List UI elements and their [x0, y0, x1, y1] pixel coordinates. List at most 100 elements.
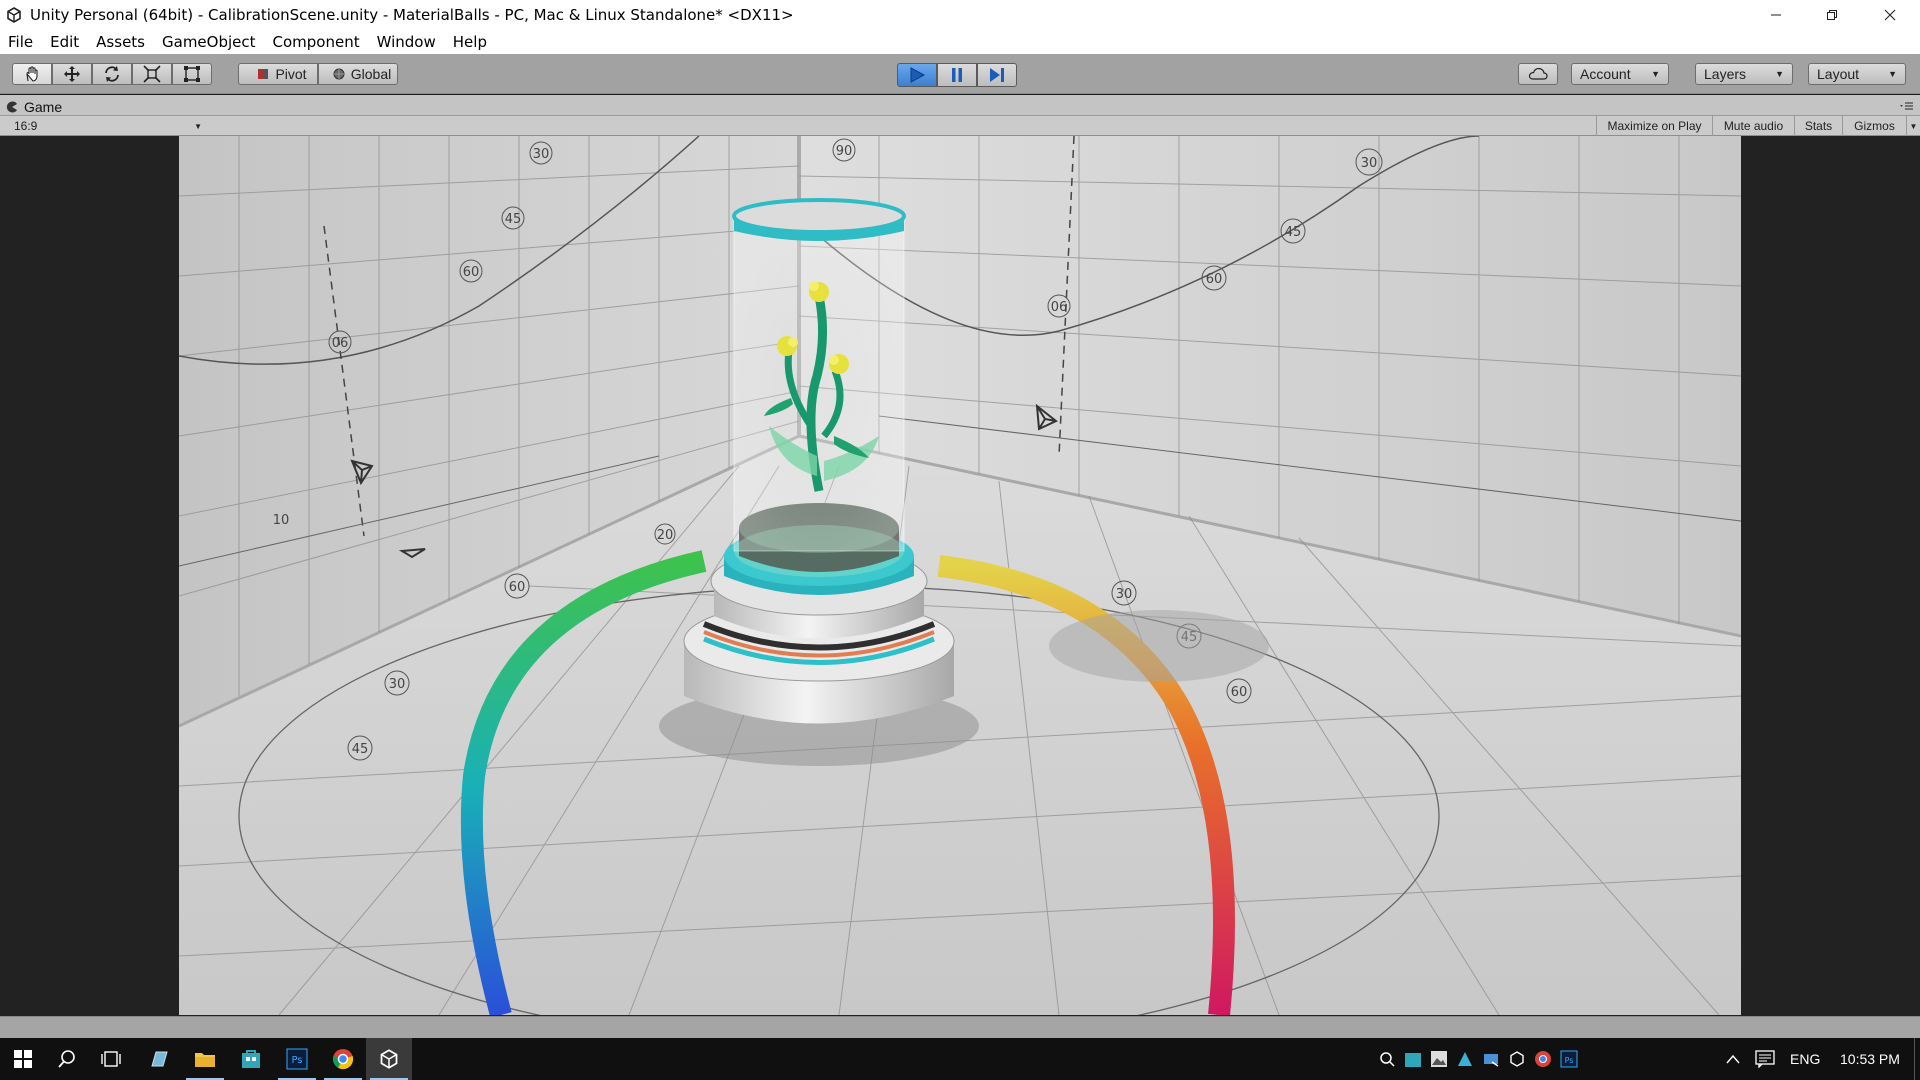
clock[interactable]: 10:53 PM	[1840, 1038, 1900, 1080]
move-tool-button[interactable]	[52, 63, 92, 85]
aspect-ratio-label: 16:9	[14, 119, 38, 133]
scene-label: 30	[1361, 156, 1378, 171]
taskbar-app-store[interactable]	[228, 1038, 274, 1080]
tab-strip: Game	[0, 95, 1920, 116]
unity-tray-icon[interactable]	[1508, 1050, 1526, 1068]
restore-icon	[1827, 9, 1837, 20]
play-icon	[910, 67, 926, 83]
game-viewport[interactable]: 06 60 45 30 90 06 60 45 30 30 45 60 30 6…	[179, 136, 1741, 1015]
app-tray-icon[interactable]	[1456, 1050, 1474, 1068]
cloud-tray-icon[interactable]	[1482, 1050, 1500, 1068]
photoshop-tray-icon[interactable]: Ps	[1560, 1050, 1578, 1068]
mute-audio-toggle[interactable]: Mute audio	[1712, 116, 1794, 136]
scene-label: 06	[332, 336, 349, 351]
search-button[interactable]	[44, 1038, 90, 1080]
store-tray-icon[interactable]	[1404, 1050, 1422, 1068]
scene-label: 30	[1116, 587, 1133, 602]
minimize-icon	[1771, 14, 1781, 15]
unity-icon	[380, 1049, 398, 1069]
tab-game-label: Game	[24, 98, 63, 115]
menu-assets[interactable]: Assets	[96, 33, 145, 51]
window-title: Unity Personal (64bit) - CalibrationScen…	[30, 5, 794, 24]
stats-toggle[interactable]: Stats	[1794, 116, 1842, 136]
minimize-button[interactable]	[1748, 0, 1804, 29]
search-tray-icon[interactable]	[1378, 1050, 1396, 1068]
tray-pinned-icons: Ps	[1378, 1050, 1578, 1068]
hand-tool-button[interactable]	[12, 63, 52, 85]
menu-gameobject[interactable]: GameObject	[162, 33, 256, 51]
image-tray-icon[interactable]	[1430, 1050, 1448, 1068]
restore-button[interactable]	[1804, 0, 1860, 29]
language-indicator[interactable]: ENG	[1790, 1038, 1820, 1080]
rotate-tool-button[interactable]	[92, 63, 132, 85]
scene-label: 60	[1231, 685, 1248, 700]
taskbar: Ps Ps ENG 10:53 PM	[0, 1038, 1920, 1080]
maximize-on-play-toggle[interactable]: Maximize on Play	[1596, 116, 1712, 136]
global-label: Global	[350, 66, 392, 82]
menu-help[interactable]: Help	[453, 33, 487, 51]
notification-icon	[1755, 1050, 1775, 1068]
photoshop-icon: Ps	[286, 1048, 308, 1070]
show-desktop-button[interactable]	[1914, 1038, 1920, 1080]
global-toggle[interactable]: Global	[318, 63, 398, 85]
tray-overflow-button[interactable]	[1726, 1038, 1740, 1080]
layout-dropdown[interactable]: Layout ▼	[1808, 63, 1906, 85]
step-button[interactable]	[977, 63, 1017, 87]
chevron-down-icon: ▼	[194, 121, 202, 131]
taskbar-app-chrome[interactable]	[320, 1038, 366, 1080]
title-bar: Unity Personal (64bit) - CalibrationScen…	[0, 0, 1920, 29]
rotate-icon	[105, 66, 119, 82]
rect-tool-icon	[184, 66, 200, 82]
taskbar-app-explorer[interactable]	[182, 1038, 228, 1080]
close-button[interactable]	[1862, 0, 1918, 29]
language-label: ENG	[1790, 1051, 1821, 1067]
layers-dropdown[interactable]: Layers ▼	[1695, 63, 1793, 85]
close-icon	[1884, 9, 1896, 20]
menu-edit[interactable]: Edit	[50, 33, 79, 51]
taskbar-app-photoshop[interactable]: Ps	[274, 1038, 320, 1080]
menu-window[interactable]: Window	[377, 33, 436, 51]
toolbar: Pivot Global Account ▼ Layers ▼ Layout ▼	[0, 54, 1920, 94]
gizmos-dropdown[interactable]: ▼	[1906, 116, 1920, 136]
cloud-icon	[1528, 67, 1548, 80]
play-button[interactable]	[897, 63, 937, 87]
mute-audio-label: Mute audio	[1723, 119, 1784, 133]
scene-label: 20	[657, 528, 674, 543]
aspect-ratio-dropdown[interactable]: 16:9 ▼	[8, 118, 204, 134]
pivot-label: Pivot	[275, 66, 307, 82]
scene-label: 30	[389, 677, 406, 692]
chevron-down-icon: ▼	[1909, 121, 1918, 131]
start-button[interactable]	[0, 1038, 46, 1080]
layers-label: Layers	[1704, 66, 1747, 82]
pause-button[interactable]	[937, 63, 977, 87]
step-icon	[990, 68, 1004, 82]
scene-label: 30	[533, 147, 550, 162]
taskbar-app-unity[interactable]	[366, 1038, 412, 1080]
gizmos-toggle[interactable]: Gizmos	[1842, 116, 1906, 136]
pacman-icon	[6, 101, 17, 112]
calibration-scene-render: 06 60 45 30 90 06 60 45 30 30 45 60 30 6…	[179, 136, 1741, 1015]
task-view-button[interactable]	[88, 1038, 134, 1080]
scale-icon	[143, 65, 161, 83]
svg-text:Ps: Ps	[1565, 1056, 1574, 1065]
scene-label: 45	[352, 742, 369, 757]
menu-file[interactable]: File	[8, 33, 33, 51]
notepad-icon	[151, 1051, 168, 1067]
task-view-icon	[101, 1051, 121, 1067]
menu-component[interactable]: Component	[273, 33, 360, 51]
scale-tool-button[interactable]	[132, 63, 172, 85]
tab-menu-button[interactable]	[1900, 99, 1914, 117]
rect-tool-button[interactable]	[172, 63, 212, 85]
scene-label: 06	[1051, 300, 1068, 315]
tab-game[interactable]: Game	[6, 97, 62, 116]
account-dropdown[interactable]: Account ▼	[1571, 63, 1669, 85]
scene-label: 60	[463, 265, 480, 280]
stats-label: Stats	[1804, 119, 1833, 133]
collab-cloud-button[interactable]	[1518, 63, 1558, 85]
action-center-button[interactable]	[1755, 1038, 1775, 1080]
pivot-toggle[interactable]: Pivot	[238, 63, 318, 85]
chrome-tray-icon[interactable]	[1534, 1050, 1552, 1068]
globe-icon	[333, 68, 345, 80]
taskbar-app-notes[interactable]	[136, 1038, 182, 1080]
status-bar	[0, 1016, 1920, 1038]
